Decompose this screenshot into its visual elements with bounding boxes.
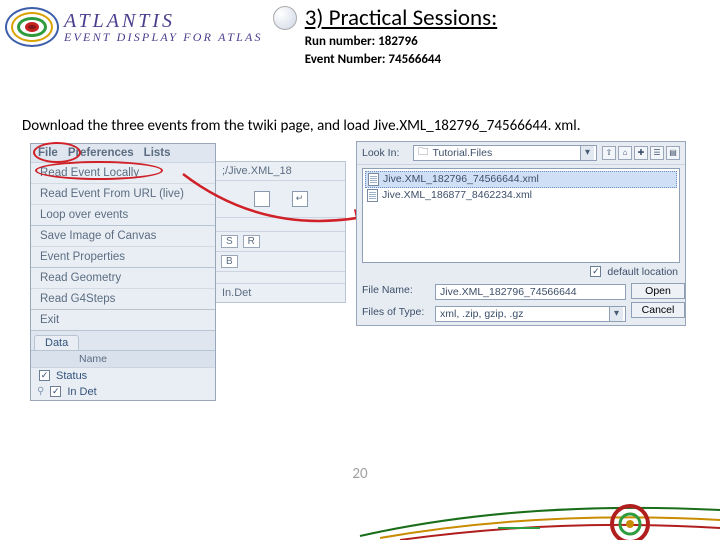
side-tabs: Data — [31, 331, 215, 351]
filename-input[interactable]: Jive.XML_182796_74566644 — [435, 284, 626, 300]
menu-read-event-locally[interactable]: Read Event Locally — [31, 163, 215, 184]
file-name-1: Jive.XML_186877_8462234.xml — [382, 189, 532, 201]
atlas-detector-icon — [4, 6, 60, 48]
menu-lists[interactable]: Lists — [144, 147, 171, 159]
file-list[interactable]: Jive.XML_182796_74566644.xml Jive.XML_18… — [362, 168, 680, 263]
doc-icon — [368, 173, 379, 186]
row-status-label: Status — [56, 370, 87, 382]
checkbox-status-icon[interactable]: ✓ — [39, 370, 50, 381]
filename-value: Jive.XML_182796_74566644 — [440, 286, 577, 298]
file-row[interactable]: Jive.XML_186877_8462234.xml — [365, 188, 677, 203]
file-row-selected[interactable]: Jive.XML_182796_74566644.xml — [365, 171, 677, 188]
open-button[interactable]: Open — [631, 283, 685, 299]
tab-data[interactable]: Data — [34, 335, 79, 350]
footer-decoration — [0, 490, 720, 540]
path-fragment: ;/Jive.XML_18 — [216, 162, 345, 181]
filename-label: File Name: — [362, 284, 430, 300]
col-blank — [31, 351, 73, 367]
menu-loop-events[interactable]: Loop over events — [31, 205, 215, 226]
nav-icon-a[interactable] — [254, 191, 270, 207]
center-toolbar: ;/Jive.XML_18 ↵ S R B In.Det — [216, 161, 346, 303]
filetype-label: Files of Type: — [362, 306, 430, 322]
file-menu-panel: File Preferences Lists Read Event Locall… — [30, 143, 216, 401]
home-icon[interactable]: ⌂ — [618, 146, 632, 160]
row-indet-label: In Det — [67, 386, 96, 398]
event-number: Event Number: 74566644 — [305, 52, 498, 68]
b-button[interactable]: B — [221, 255, 238, 268]
key-icon: ⚲ — [37, 386, 44, 397]
col-name: Name — [73, 351, 113, 367]
brand-line2: EVENT DISPLAY FOR ATLAS — [64, 31, 263, 43]
lookin-value: Tutorial.Files — [433, 147, 493, 159]
brand-block: ATLANTIS EVENT DISPLAY FOR ATLAS — [0, 0, 267, 54]
page-number: 20 — [0, 465, 720, 483]
menu-read-g4steps[interactable]: Read G4Steps — [31, 289, 215, 310]
page-title: 3) Practical Sessions: — [305, 4, 498, 32]
s-button[interactable]: S — [221, 235, 238, 248]
menu-bar: File Preferences Lists — [31, 144, 215, 163]
indet-label: In.Det — [216, 284, 345, 302]
menu-exit[interactable]: Exit — [31, 310, 215, 331]
menu-read-event-url[interactable]: Read Event From URL (live) — [31, 184, 215, 205]
lookin-label: Look In: — [362, 147, 408, 159]
cancel-button[interactable]: Cancel — [631, 302, 685, 318]
enter-icon[interactable]: ↵ — [292, 191, 308, 207]
menu-preferences[interactable]: Preferences — [68, 147, 134, 159]
row-status[interactable]: ✓ Status — [31, 368, 215, 384]
default-location-label: default location — [607, 266, 678, 278]
new-folder-icon[interactable]: ✚ — [634, 146, 648, 160]
brand-line1: ATLANTIS — [64, 11, 263, 31]
row-indet[interactable]: ⚲ ✓ In Det — [31, 384, 215, 400]
file-name-0: Jive.XML_182796_74566644.xml — [383, 173, 539, 185]
instruction-text: Download the three events from the twiki… — [22, 117, 720, 135]
brand-text: ATLANTIS EVENT DISPLAY FOR ATLAS — [64, 11, 263, 43]
doc-icon — [367, 189, 378, 202]
menu-file[interactable]: File — [38, 147, 58, 159]
checkbox-indet-icon[interactable]: ✓ — [50, 386, 61, 397]
menu-event-properties[interactable]: Event Properties — [31, 247, 215, 268]
detail-view-icon[interactable]: ▤ — [666, 146, 680, 160]
list-view-icon[interactable]: ☰ — [650, 146, 664, 160]
checkbox-default-location-icon[interactable]: ✓ — [590, 266, 601, 277]
filetype-value: xml, .zip, gzip, .gz — [440, 308, 523, 320]
filetype-combo[interactable]: xml, .zip, gzip, .gz — [435, 306, 626, 322]
folder-icon: 🗀 — [418, 144, 429, 162]
up-folder-icon[interactable]: ⇧ — [602, 146, 616, 160]
menu-save-image[interactable]: Save Image of Canvas — [31, 226, 215, 247]
r-button[interactable]: R — [243, 235, 260, 248]
globe-icon — [273, 6, 297, 30]
file-open-dialog: Look In: 🗀 Tutorial.Files ⇧ ⌂ ✚ ☰ ▤ Jive… — [356, 141, 686, 326]
lookin-combo[interactable]: 🗀 Tutorial.Files — [413, 145, 597, 161]
menu-read-geometry[interactable]: Read Geometry — [31, 268, 215, 289]
data-table-header: Name — [31, 351, 215, 368]
run-number: Run number: 182796 — [305, 34, 498, 50]
